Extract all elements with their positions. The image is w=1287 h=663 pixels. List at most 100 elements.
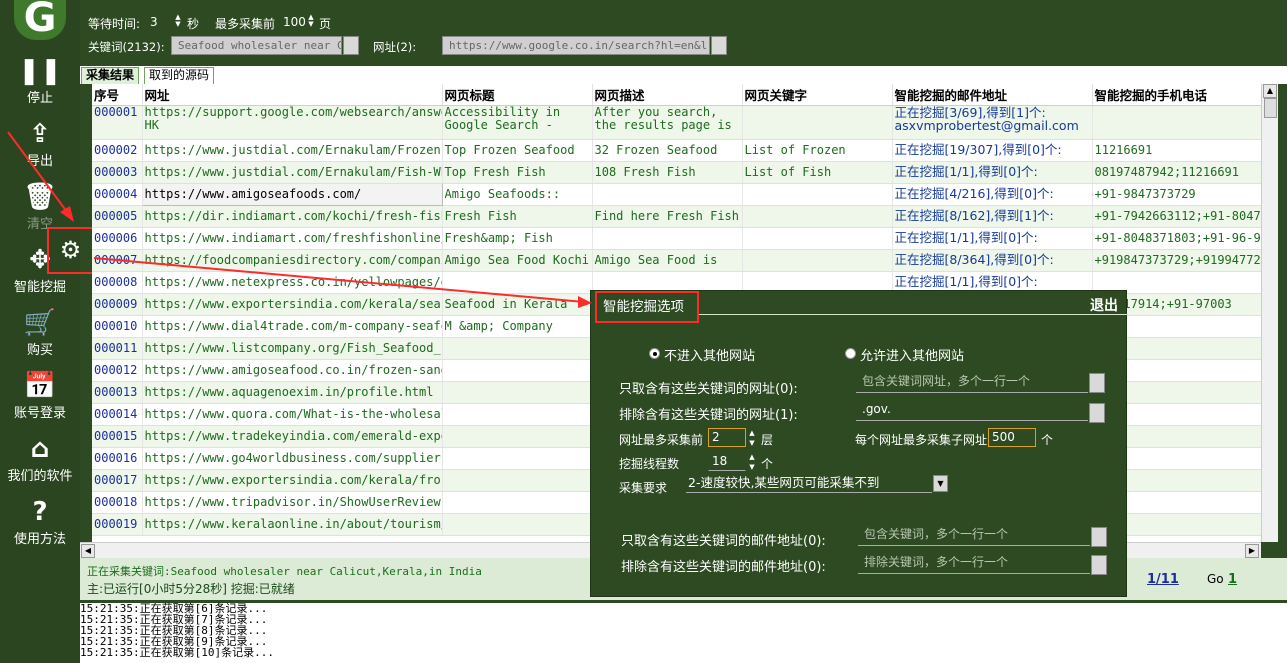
row-number[interactable]: 000004 [92,183,143,206]
exclude-mail-input[interactable]: 排除关键词，多个一行一个 [858,552,1090,574]
table-row[interactable]: 000002 https://www.justdial.com/Ernakulam… [92,139,1261,162]
scroll-right-icon[interactable]: ▶ [1245,544,1259,558]
row-url[interactable]: https://www.keralaonline.in/about/touris… [142,513,443,536]
row-number[interactable]: 000006 [92,227,143,250]
row-url[interactable]: https://www.indiamart.com/freshfishonlin… [142,227,443,250]
exclude-url-input[interactable]: .gov. [856,399,1088,421]
row-number[interactable]: 000007 [92,249,143,272]
row-title[interactable]: Amigo Sea Food Kochi [442,249,593,272]
scroll-up-icon[interactable]: ▲ [1263,84,1277,98]
row-title[interactable] [442,337,593,360]
row-title[interactable] [442,491,593,514]
row-emails[interactable]: 正在挖掘[8/162],得到[1]个: [892,205,1093,228]
our-software-button[interactable]: ⌂ 我们的软件 [0,433,80,491]
row-url[interactable]: https://dir.indiamart.com/kochi/fresh-fi… [142,205,443,228]
chevron-down-icon[interactable]: ▼ [933,475,948,492]
row-phones[interactable]: +91-9847373729 [1092,183,1261,206]
row-description[interactable]: 108 Fresh Fish [592,161,743,184]
radio-no-other-sites[interactable] [649,348,660,359]
row-url[interactable]: https://www.amigoseafood.co.in/frozen-sa… [142,359,443,382]
buy-button[interactable]: 🛒 购买 [0,307,80,365]
export-button[interactable]: ⇪ 导出 [0,118,80,176]
row-number[interactable]: 000009 [92,293,143,316]
row-phones[interactable]: 08197487942;11216691 [1092,161,1261,184]
row-url[interactable]: https://www.justdial.com/Ernakulam/Froze… [142,139,443,162]
log-panel[interactable]: 15:21:35:正在获取第[6]条记录... 15:21:35:正在获取第[7… [80,600,1287,663]
row-description[interactable]: 32 Frozen Seafood [592,139,743,162]
row-number[interactable]: 000016 [92,447,143,470]
row-number[interactable]: 000003 [92,161,143,184]
row-keywords[interactable]: List of Frozen [742,139,893,162]
row-number[interactable]: 000015 [92,425,143,448]
scroll-left-icon[interactable]: ◀ [81,544,95,558]
row-keywords[interactable] [742,183,893,206]
row-url[interactable]: https://www.tripadvisor.in/ShowUserRevie… [142,491,443,514]
row-number[interactable]: 000008 [92,271,143,294]
row-description[interactable]: After you search, the results page is [592,105,743,140]
row-number[interactable]: 000012 [92,359,143,382]
row-keywords[interactable] [742,249,893,272]
vertical-scrollbar[interactable]: ▲ [1261,84,1278,542]
column-header[interactable]: 序号 [92,84,143,106]
row-emails[interactable]: 正在挖掘[4/216],得到[0]个: [892,183,1093,206]
url-input[interactable]: https://www.google.co.in/search?hl=en&lr… [442,36,710,55]
row-url[interactable]: https://support.google.com/websearch/ans… [142,105,443,140]
row-url[interactable]: https://www.dial4trade.com/m-company-sea… [142,315,443,338]
row-keywords[interactable] [742,205,893,228]
table-row[interactable]: 000007 https://foodcompaniesdirectory.com… [92,249,1261,272]
row-title[interactable] [442,403,593,426]
row-number[interactable]: 000002 [92,139,143,162]
column-header[interactable]: 网页描述 [592,84,743,106]
row-url[interactable]: https://www.exportersindia.com/kerala/se… [142,293,443,316]
table-row[interactable]: 000003 https://www.justdial.com/Ernakulam… [92,161,1261,184]
row-emails[interactable]: 正在挖掘[3/69],得到[1]个: asxvmprobertest@gmail… [892,105,1093,140]
row-emails[interactable]: 正在挖掘[19/307],得到[0]个: [892,139,1093,162]
row-title[interactable] [442,271,593,294]
table-row[interactable]: 000005 https://dir.indiamart.com/kochi/fr… [92,205,1261,228]
row-title[interactable]: M &amp; Company [442,315,593,338]
column-header[interactable]: 网页标题 [442,84,593,106]
row-url[interactable]: https://www.netexpress.co.in/yellowpages… [142,271,443,294]
row-title[interactable] [442,425,593,448]
row-title[interactable]: Accessibility in Google Search - [442,105,593,140]
row-title[interactable] [442,359,593,382]
row-url[interactable]: https://foodcompaniesdirectory.com/compa… [142,249,443,272]
row-number[interactable]: 000011 [92,337,143,360]
row-url[interactable]: https://www.justdial.com/Ernakulam/Fish-… [142,161,443,184]
row-url[interactable]: https://www.tradekeyindia.com/emerald-ex… [142,425,443,448]
row-number[interactable]: 000019 [92,513,143,536]
row-title[interactable] [442,469,593,492]
settings-gear-icon[interactable]: ⚙ [47,227,94,274]
row-number[interactable]: 000018 [92,491,143,514]
max-depth-spinner[interactable]: ▲ ▼ [747,428,757,448]
max-pages-value[interactable]: 100 [283,15,306,29]
column-header[interactable]: 网址 [142,84,443,106]
row-phones[interactable]: +91-8048371803;+91-96-96 [1092,227,1261,250]
include-url-input[interactable]: 包含关键词网址，多个一行一个 [856,371,1088,393]
exit-button[interactable]: 退出 [1090,295,1118,315]
column-header[interactable]: 网页关键字 [742,84,893,106]
row-number[interactable]: 000005 [92,205,143,228]
row-title[interactable] [442,381,593,404]
exclude-mail-button[interactable] [1091,555,1107,575]
max-depth-input[interactable]: 2 [708,428,746,447]
row-number[interactable]: 000014 [92,403,143,426]
include-url-button[interactable] [1089,373,1105,393]
row-title[interactable]: Amigo Seafoods:: [442,183,593,206]
row-title[interactable] [442,447,593,470]
row-number[interactable]: 000010 [92,315,143,338]
tab-results[interactable]: 采集结果 [81,67,140,84]
usage-button[interactable]: ? 使用方法 [0,496,80,554]
table-row[interactable]: 000001 https://support.google.com/websear… [92,105,1261,140]
row-emails[interactable]: 正在挖掘[1/1],得到[0]个: [892,161,1093,184]
row-url[interactable]: https://www.amigoseafoods.com/ [141,182,443,206]
stop-button[interactable]: ❚❚ 停止 [0,55,80,113]
row-description[interactable] [592,227,743,250]
row-title[interactable]: Top Fresh Fish [442,161,593,184]
row-phones[interactable] [1092,105,1261,140]
row-description[interactable]: Find here Fresh Fish [592,205,743,228]
max-pages-spinner[interactable]: ▲ ▼ [307,14,315,28]
include-mail-input[interactable]: 包含关键词，多个一行一个 [858,524,1090,546]
row-phones[interactable]: 11216691 [1092,139,1261,162]
row-description[interactable]: Amigo Sea Food is [592,249,743,272]
